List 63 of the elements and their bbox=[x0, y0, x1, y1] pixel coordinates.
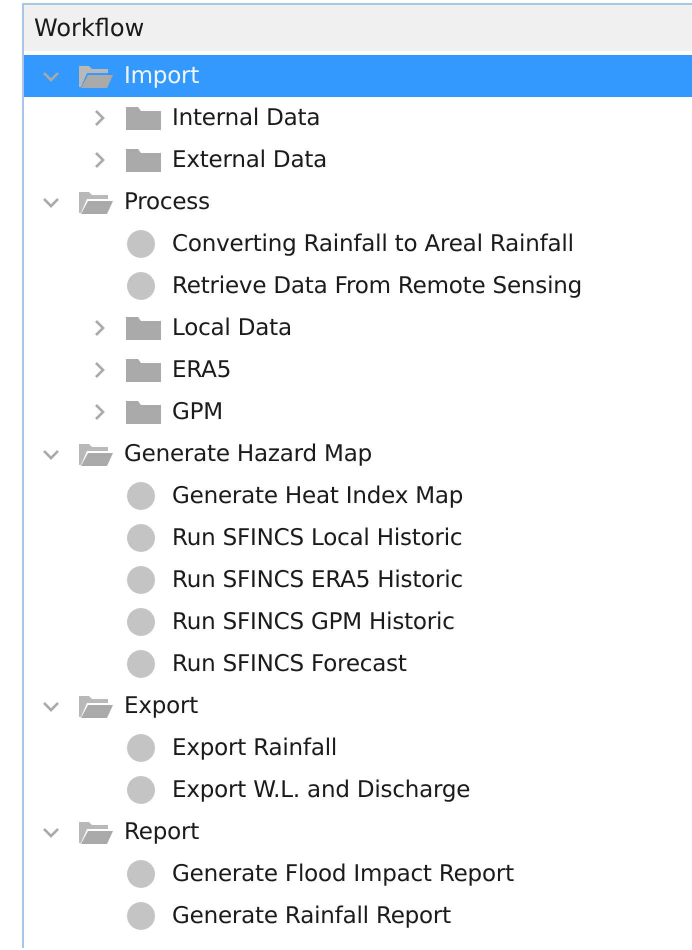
tree-item-label: External Data bbox=[172, 147, 328, 173]
folder-icon bbox=[126, 147, 162, 173]
tree-row[interactable]: Internal Data bbox=[24, 97, 692, 139]
folder-icon bbox=[126, 105, 162, 131]
tree-item-label: GPM bbox=[172, 399, 223, 425]
folder-icon bbox=[126, 315, 162, 341]
tree-item-label: Generate Hazard Map bbox=[124, 441, 372, 467]
circle-icon bbox=[126, 229, 156, 259]
tree-row[interactable]: Run SFINCS ERA5 Historic bbox=[24, 559, 692, 601]
circle-icon bbox=[126, 733, 156, 763]
tree-item-label: Run SFINCS Local Historic bbox=[172, 525, 462, 551]
circle-icon bbox=[126, 271, 156, 301]
circle-icon bbox=[126, 607, 156, 637]
tree-item-label: Retrieve Data From Remote Sensing bbox=[172, 273, 582, 299]
tree-item-label: Generate Heat Index Map bbox=[172, 483, 464, 509]
circle-icon bbox=[126, 901, 156, 931]
tree-row[interactable]: Export bbox=[24, 685, 692, 727]
circle-icon bbox=[126, 649, 156, 679]
tree-row[interactable]: Converting Rainfall to Areal Rainfall bbox=[24, 223, 692, 265]
open-folder-icon bbox=[78, 189, 114, 215]
tree-item-label: Export bbox=[124, 693, 198, 719]
circle-icon bbox=[126, 523, 156, 553]
tree-row[interactable]: Report bbox=[24, 811, 692, 853]
tree-row[interactable]: Generate Flood Impact Report bbox=[24, 853, 692, 895]
tree-row[interactable]: Export Rainfall bbox=[24, 727, 692, 769]
circle-icon bbox=[126, 775, 156, 805]
folder-icon bbox=[126, 357, 162, 383]
tree-item-label: Export Rainfall bbox=[172, 735, 338, 761]
tree-row[interactable]: Retrieve Data From Remote Sensing bbox=[24, 265, 692, 307]
tree-item-label: Generate Flood Impact Report bbox=[172, 861, 514, 887]
tree-row[interactable]: Generate Rainfall Report bbox=[24, 895, 692, 937]
tree-row[interactable]: Run SFINCS GPM Historic bbox=[24, 601, 692, 643]
tree-row[interactable]: ERA5 bbox=[24, 349, 692, 391]
tree-item-label: Converting Rainfall to Areal Rainfall bbox=[172, 231, 574, 257]
circle-icon bbox=[126, 565, 156, 595]
open-folder-icon bbox=[78, 693, 114, 719]
tree-row[interactable]: Generate Heat Index Map bbox=[24, 475, 692, 517]
tree-row[interactable]: Run SFINCS Forecast bbox=[24, 643, 692, 685]
tree-row[interactable]: Run SFINCS Local Historic bbox=[24, 517, 692, 559]
tree-row[interactable]: GPM bbox=[24, 391, 692, 433]
tree-row[interactable]: External Data bbox=[24, 139, 692, 181]
circle-icon bbox=[126, 859, 156, 889]
tree-item-label: Run SFINCS Forecast bbox=[172, 651, 407, 677]
open-folder-icon bbox=[78, 441, 114, 467]
folder-icon bbox=[126, 399, 162, 425]
open-folder-icon bbox=[78, 819, 114, 845]
open-folder-icon bbox=[78, 63, 114, 89]
panel-title: Workflow bbox=[24, 5, 692, 51]
tree-row[interactable]: Export W.L. and Discharge bbox=[24, 769, 692, 811]
tree-item-label: Local Data bbox=[172, 315, 292, 341]
tree-item-label: Export W.L. and Discharge bbox=[172, 777, 470, 803]
tree-item-label: Report bbox=[124, 819, 200, 845]
tree-item-label: Import bbox=[124, 63, 200, 89]
tree-item-label: Internal Data bbox=[172, 105, 320, 131]
tree-item-label: Run SFINCS ERA5 Historic bbox=[172, 567, 463, 593]
tree-row[interactable]: Local Data bbox=[24, 307, 692, 349]
tree-item-label: Generate Rainfall Report bbox=[172, 903, 451, 929]
tree-item-label: ERA5 bbox=[172, 357, 232, 383]
tree-row[interactable]: Process bbox=[24, 181, 692, 223]
tree-item-label: Process bbox=[124, 189, 210, 215]
tree-item-label: Run SFINCS GPM Historic bbox=[172, 609, 455, 635]
circle-icon bbox=[126, 481, 156, 511]
tree-row[interactable]: Generate Hazard Map bbox=[24, 433, 692, 475]
